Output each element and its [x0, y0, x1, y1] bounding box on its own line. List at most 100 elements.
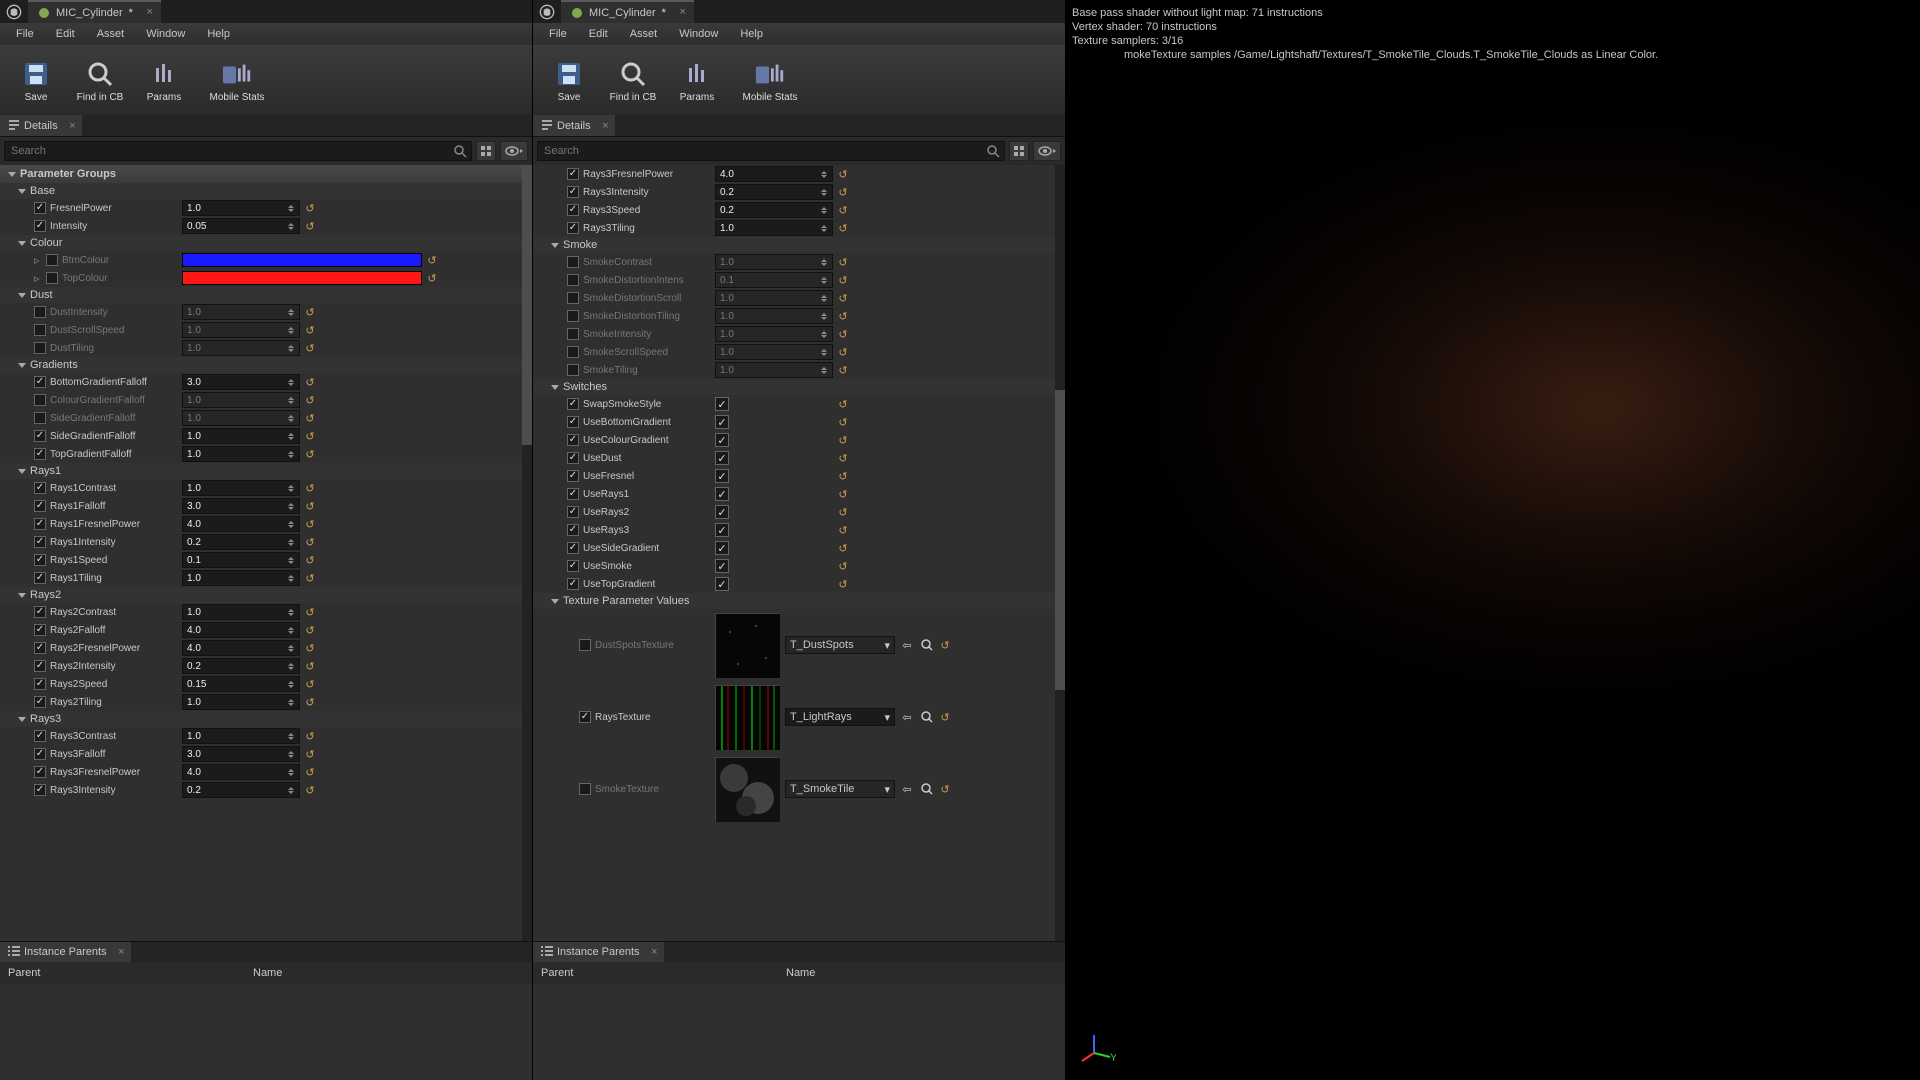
save-button[interactable]: Save: [537, 49, 601, 111]
reset-to-default-icon[interactable]: ↺: [837, 416, 849, 428]
reset-to-default-icon[interactable]: ↺: [837, 168, 849, 180]
number-field[interactable]: 1.0: [715, 362, 833, 378]
reset-to-default-icon[interactable]: ↺: [837, 488, 849, 500]
param-group-header[interactable]: Base: [0, 183, 532, 199]
override-checkbox[interactable]: [567, 364, 579, 376]
spinner-buttons[interactable]: [288, 535, 298, 549]
number-field[interactable]: 4.0: [182, 640, 300, 656]
menu-file[interactable]: File: [6, 26, 44, 42]
number-field[interactable]: 1.0: [715, 254, 833, 270]
use-selected-asset-icon[interactable]: ⇦: [899, 709, 915, 725]
reset-to-default-icon[interactable]: ↺: [304, 342, 316, 354]
view-options-button[interactable]: [500, 141, 528, 161]
spinner-buttons[interactable]: [288, 747, 298, 761]
number-field[interactable]: 3.0: [182, 746, 300, 762]
number-field[interactable]: 0.05: [182, 218, 300, 234]
close-icon[interactable]: ×: [651, 946, 657, 958]
reset-to-default-icon[interactable]: ↺: [426, 272, 438, 284]
spinner-buttons[interactable]: [288, 499, 298, 513]
reset-to-default-icon[interactable]: ↺: [837, 310, 849, 322]
reset-to-default-icon[interactable]: ↺: [304, 696, 316, 708]
reset-to-default-icon[interactable]: ↺: [837, 292, 849, 304]
details-tab[interactable]: Details ×: [0, 115, 82, 136]
bool-checkbox[interactable]: [715, 523, 729, 537]
view-options-button[interactable]: [1033, 141, 1061, 161]
param-group-header[interactable]: Texture Parameter Values: [533, 593, 1065, 609]
override-checkbox[interactable]: [567, 398, 579, 410]
number-field[interactable]: 0.2: [182, 782, 300, 798]
number-field[interactable]: 4.0: [182, 622, 300, 638]
bool-checkbox[interactable]: [715, 487, 729, 501]
menu-help[interactable]: Help: [730, 26, 773, 42]
spinner-buttons[interactable]: [288, 393, 298, 407]
mobile-stats-button[interactable]: Mobile Stats: [196, 49, 278, 111]
reset-to-default-icon[interactable]: ↺: [837, 542, 849, 554]
override-checkbox[interactable]: [567, 542, 579, 554]
search-box[interactable]: [537, 141, 1005, 161]
override-checkbox[interactable]: [34, 482, 46, 494]
spinner-buttons[interactable]: [288, 695, 298, 709]
menu-asset[interactable]: Asset: [620, 26, 668, 42]
number-field[interactable]: 1.0: [182, 428, 300, 444]
spinner-buttons[interactable]: [288, 605, 298, 619]
asset-tab[interactable]: MIC_Cylinder* ×: [28, 0, 161, 23]
override-checkbox[interactable]: [567, 168, 579, 180]
menu-asset[interactable]: Asset: [87, 26, 135, 42]
reset-to-default-icon[interactable]: ↺: [304, 730, 316, 742]
menu-window[interactable]: Window: [669, 26, 728, 42]
override-checkbox[interactable]: [567, 470, 579, 482]
override-checkbox[interactable]: [34, 696, 46, 708]
override-checkbox[interactable]: [567, 204, 579, 216]
spinner-buttons[interactable]: [288, 219, 298, 233]
override-checkbox[interactable]: [34, 518, 46, 530]
number-field[interactable]: 1.0: [182, 480, 300, 496]
reset-to-default-icon[interactable]: ↺: [837, 256, 849, 268]
override-checkbox[interactable]: [567, 416, 579, 428]
param-group-header[interactable]: Switches: [533, 379, 1065, 395]
instance-parents-tab[interactable]: Instance Parents ×: [533, 942, 664, 962]
override-checkbox[interactable]: [34, 412, 46, 424]
spinner-buttons[interactable]: [288, 623, 298, 637]
use-selected-asset-icon[interactable]: ⇦: [899, 781, 915, 797]
find-in-cb-button[interactable]: Find in CB: [601, 49, 665, 111]
spinner-buttons[interactable]: [821, 327, 831, 341]
override-checkbox[interactable]: [579, 783, 591, 795]
reset-to-default-icon[interactable]: ↺: [304, 606, 316, 618]
reset-to-default-icon[interactable]: ↺: [304, 536, 316, 548]
reset-to-default-icon[interactable]: ↺: [837, 560, 849, 572]
reset-to-default-icon[interactable]: ↺: [304, 572, 316, 584]
reset-to-default-icon[interactable]: ↺: [304, 748, 316, 760]
spinner-buttons[interactable]: [288, 765, 298, 779]
override-checkbox[interactable]: [34, 306, 46, 318]
number-field[interactable]: 1.0: [182, 392, 300, 408]
spinner-buttons[interactable]: [288, 641, 298, 655]
override-checkbox[interactable]: [34, 342, 46, 354]
reset-to-default-icon[interactable]: ↺: [304, 766, 316, 778]
override-checkbox[interactable]: [34, 500, 46, 512]
param-group-header[interactable]: Rays2: [0, 587, 532, 603]
override-checkbox[interactable]: [34, 394, 46, 406]
asset-dropdown[interactable]: T_SmokeTile▾: [785, 780, 895, 798]
number-field[interactable]: 1.0: [715, 308, 833, 324]
spinner-buttons[interactable]: [288, 323, 298, 337]
override-checkbox[interactable]: [567, 346, 579, 358]
override-checkbox[interactable]: [34, 766, 46, 778]
override-checkbox[interactable]: [567, 524, 579, 536]
number-field[interactable]: 1.0: [182, 728, 300, 744]
number-field[interactable]: 0.15: [182, 676, 300, 692]
bool-checkbox[interactable]: [715, 541, 729, 555]
search-input[interactable]: [544, 145, 998, 157]
texture-thumbnail[interactable]: [715, 613, 779, 677]
override-checkbox[interactable]: [567, 256, 579, 268]
reset-to-default-icon[interactable]: ↺: [837, 434, 849, 446]
override-checkbox[interactable]: [567, 560, 579, 572]
number-field[interactable]: 1.0: [182, 304, 300, 320]
find-in-cb-button[interactable]: Find in CB: [68, 49, 132, 111]
scrollbar-thumb[interactable]: [522, 165, 532, 445]
reset-to-default-icon[interactable]: ↺: [304, 412, 316, 424]
number-field[interactable]: 1.0: [182, 200, 300, 216]
column-name[interactable]: Name: [778, 967, 823, 979]
reset-to-default-icon[interactable]: ↺: [304, 678, 316, 690]
search-input[interactable]: [11, 145, 465, 157]
override-checkbox[interactable]: [34, 624, 46, 636]
